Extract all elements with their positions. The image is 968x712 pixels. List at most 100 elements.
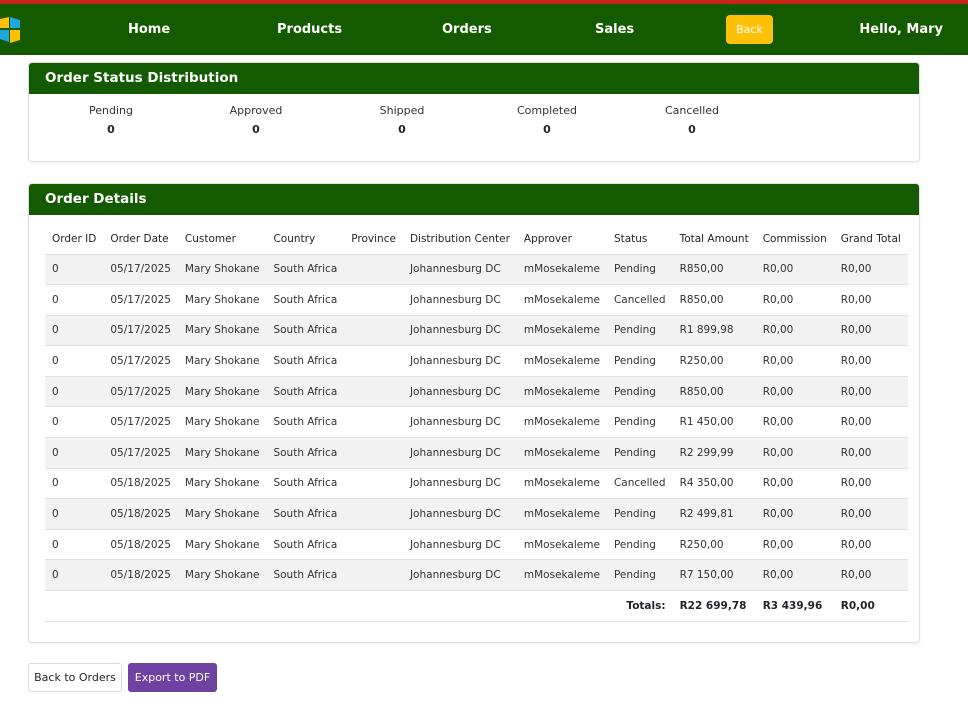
column-header: Grand Total xyxy=(833,224,908,255)
table-cell: Pending xyxy=(606,406,673,439)
nav-sales[interactable]: Sales xyxy=(595,22,634,37)
column-header: Province xyxy=(344,224,403,255)
table-cell: mMosekaleme xyxy=(516,406,607,439)
table-cell: Johannesburg DC xyxy=(402,284,517,316)
status-approved: Approved 0 xyxy=(196,104,316,136)
status-label: Approved xyxy=(229,104,283,117)
column-header: Total Amount xyxy=(672,224,756,255)
table-cell: R0,00 xyxy=(833,254,908,286)
column-header: Status xyxy=(606,224,673,255)
table-cell: R0,00 xyxy=(833,529,908,561)
table-cell: 0 xyxy=(45,284,104,316)
status-count: 0 xyxy=(252,123,260,136)
table-cell: Mary Shokane xyxy=(177,345,267,377)
table-cell: Johannesburg DC xyxy=(402,376,517,408)
table-cell xyxy=(344,406,403,439)
app-logo-icon[interactable] xyxy=(0,17,22,43)
table-cell: R0,00 xyxy=(833,284,908,316)
table-cell: Mary Shokane xyxy=(177,437,267,469)
table-cell: Pending xyxy=(606,529,673,561)
nav-orders[interactable]: Orders xyxy=(442,22,492,37)
table-cell: Mary Shokane xyxy=(177,529,267,561)
table-cell: R250,00 xyxy=(672,345,756,377)
table-row: 0 05/18/2025 Mary Shokane South Africa Johan… xyxy=(45,559,908,592)
table-cell: Johannesburg DC xyxy=(402,315,517,347)
table-row: 0 05/17/2025 Mary Shokane South Africa Johan… xyxy=(45,315,908,347)
table-row: 0 05/17/2025 Mary Shokane South Africa Johan… xyxy=(45,254,908,286)
table-cell: 0 xyxy=(45,254,104,286)
table-cell: 0 xyxy=(45,559,104,592)
table-cell: Pending xyxy=(606,315,673,347)
table-row: 0 05/18/2025 Mary Shokane South Africa Johan… xyxy=(45,468,908,500)
table-cell: R850,00 xyxy=(672,284,756,316)
table-cell: R0,00 xyxy=(833,315,908,347)
table-cell: 0 xyxy=(45,437,104,469)
table-cell: 0 xyxy=(45,468,104,500)
table-row: 0 05/18/2025 Mary Shokane South Africa Johan… xyxy=(45,498,908,530)
order-status-title: Order Status Distribution xyxy=(29,63,919,94)
table-cell: R0,00 xyxy=(755,529,834,561)
table-cell: mMosekaleme xyxy=(516,345,607,377)
order-details-title: Order Details xyxy=(29,184,919,215)
table-cell: R0,00 xyxy=(755,498,834,530)
table-cell xyxy=(344,437,403,469)
navbar: Home Products Orders Sales Back Hello, M… xyxy=(0,4,968,55)
table-cell: R0,00 xyxy=(755,437,834,469)
status-count: 0 xyxy=(107,123,115,136)
table-cell: Johannesburg DC xyxy=(402,498,517,530)
nav-products[interactable]: Products xyxy=(277,22,342,37)
table-cell: Johannesburg DC xyxy=(402,529,517,561)
column-header: Country xyxy=(266,224,345,255)
table-cell: Johannesburg DC xyxy=(402,345,517,377)
totals-row: Totals: R22 699,78 R3 439,96 R0,00 xyxy=(45,590,908,622)
user-greeting: Hello, Mary xyxy=(859,22,943,37)
table-cell: mMosekaleme xyxy=(516,376,607,408)
column-header: Approver xyxy=(516,224,607,255)
table-cell: Mary Shokane xyxy=(177,254,267,286)
table-cell: R0,00 xyxy=(755,254,834,286)
table-cell: South Africa xyxy=(266,376,345,408)
table-cell: Mary Shokane xyxy=(177,559,267,592)
table-cell: mMosekaleme xyxy=(516,559,607,592)
table-cell: 0 xyxy=(45,498,104,530)
table-cell: R0,00 xyxy=(755,284,834,316)
table-cell: mMosekaleme xyxy=(516,529,607,561)
table-cell: South Africa xyxy=(266,498,345,530)
table-cell: Johannesburg DC xyxy=(402,437,517,469)
status-label: Completed xyxy=(517,104,577,117)
table-cell: 05/18/2025 xyxy=(103,559,178,592)
table-cell: R0,00 xyxy=(833,437,908,469)
table-cell: R0,00 xyxy=(755,468,834,500)
table-cell: 05/18/2025 xyxy=(103,529,178,561)
table-cell: 0 xyxy=(45,406,104,439)
totals-commission: R3 439,96 xyxy=(755,590,834,622)
table-cell: R850,00 xyxy=(672,254,756,286)
status-completed: Completed 0 xyxy=(487,104,607,136)
table-cell: 05/17/2025 xyxy=(103,315,178,347)
table-row: 0 05/17/2025 Mary Shokane South Africa Johan… xyxy=(45,284,908,316)
table-cell: South Africa xyxy=(266,284,345,316)
order-status-card: Order Status Distribution Pending 0 Appr… xyxy=(28,62,920,162)
table-cell: R1 899,98 xyxy=(672,315,756,347)
table-cell: 0 xyxy=(45,345,104,377)
back-to-orders-button[interactable]: Back to Orders xyxy=(28,663,122,692)
totals-grand-total: R0,00 xyxy=(833,590,908,622)
table-cell xyxy=(344,498,403,530)
table-cell: 05/17/2025 xyxy=(103,284,178,316)
table-cell: South Africa xyxy=(266,345,345,377)
table-cell: Mary Shokane xyxy=(177,498,267,530)
table-cell: Johannesburg DC xyxy=(402,468,517,500)
back-button[interactable]: Back xyxy=(726,15,773,44)
order-details-table: Order ID Order Date Customer Country Provinc… xyxy=(45,224,908,622)
table-row: 0 05/17/2025 Mary Shokane South Africa Johan… xyxy=(45,376,908,408)
export-pdf-button[interactable]: Export to PDF xyxy=(128,663,217,692)
table-cell: 0 xyxy=(45,529,104,561)
table-cell: Pending xyxy=(606,498,673,530)
nav-home[interactable]: Home xyxy=(128,22,170,37)
table-cell: Cancelled xyxy=(606,284,673,316)
status-shipped: Shipped 0 xyxy=(342,104,462,136)
table-cell: Cancelled xyxy=(606,468,673,500)
table-cell: 05/18/2025 xyxy=(103,498,178,530)
table-header-row: Order ID Order Date Customer Country Provinc… xyxy=(45,224,908,255)
table-cell: Mary Shokane xyxy=(177,315,267,347)
